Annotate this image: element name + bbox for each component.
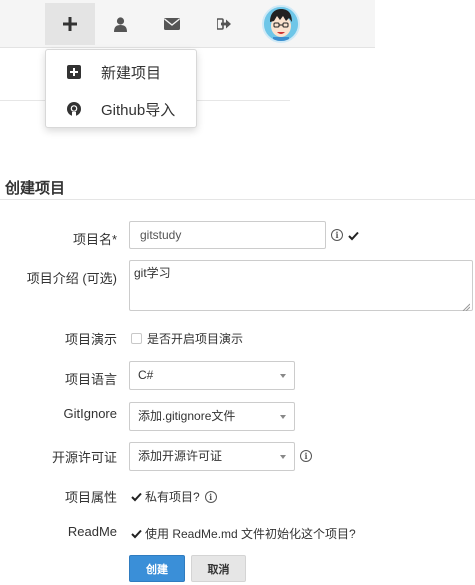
info-icon[interactable]: i (204, 490, 217, 503)
info-icon[interactable]: i (300, 450, 312, 462)
private-checkbox[interactable] (131, 492, 142, 502)
project-language-label: 项目语言 (64, 372, 117, 387)
check-icon (348, 229, 359, 244)
license-select[interactable]: 添加开源许可证 (129, 442, 295, 471)
license-label: 开源许可证 (51, 450, 117, 465)
info-icon[interactable]: i (331, 229, 343, 241)
demo-checkbox-label: 是否开启项目演示 (147, 332, 244, 346)
page-title: 创建项目 (5, 180, 66, 197)
sign-out-icon (217, 18, 231, 30)
gitignore-select-value: 添加.gitignore文件 (138, 409, 236, 423)
readme-label: ReadMe (67, 524, 117, 539)
project-description-label: 项目介绍 (可选) (26, 271, 117, 286)
menu-item-github-import[interactable]: Github导入 (46, 92, 196, 126)
readme-checkbox-label: 使用 ReadMe.md 文件初始化这个项目? (145, 527, 356, 541)
divider (0, 199, 475, 200)
plus-icon (63, 17, 77, 31)
user-icon (113, 16, 127, 32)
project-description-value: git学习 (134, 266, 171, 280)
menu-item-label: Github导入 (101, 101, 176, 119)
project-description-textarea[interactable]: git学习 (129, 260, 473, 312)
project-demo-label: 项目演示 (64, 332, 117, 347)
nav-user-button[interactable] (95, 3, 145, 45)
cancel-button[interactable]: 取消 (191, 555, 246, 582)
license-select-value: 添加开源许可证 (138, 449, 223, 463)
menu-item-label: 新建项目 (101, 64, 162, 82)
resize-grip-icon[interactable] (462, 300, 471, 312)
envelope-icon (164, 18, 180, 30)
readme-checkbox[interactable] (131, 529, 142, 539)
project-name-label: 项目名* (72, 232, 117, 247)
top-navbar (0, 0, 375, 48)
demo-checkbox-row[interactable]: 是否开启项目演示 (131, 330, 243, 347)
nav-logout-button[interactable] (199, 3, 249, 45)
readme-checkbox-row[interactable]: 使用 ReadMe.md 文件初始化这个项目? (131, 525, 356, 542)
plus-square-icon (67, 65, 81, 79)
caret-down-icon (280, 415, 286, 419)
project-visibility-label: 项目属性 (64, 490, 117, 505)
private-checkbox-label: 私有项目? (145, 490, 200, 504)
language-select-value: C# (138, 368, 154, 382)
gitignore-select[interactable]: 添加.gitignore文件 (129, 402, 295, 431)
add-dropdown-menu: 新建项目 Github导入 (45, 49, 197, 128)
caret-down-icon (280, 374, 286, 378)
caret-down-icon (280, 455, 286, 459)
create-button[interactable]: 创建 (129, 555, 185, 582)
private-checkbox-row[interactable]: 私有项目? i (131, 488, 217, 505)
nav-messages-button[interactable] (147, 3, 197, 45)
demo-checkbox[interactable] (131, 333, 142, 344)
nav-add-button[interactable] (45, 3, 95, 45)
language-select[interactable]: C# (129, 361, 295, 390)
project-name-input[interactable]: gitstudy (129, 221, 326, 249)
github-icon (67, 102, 81, 116)
avatar[interactable] (262, 5, 300, 43)
gitignore-label: GitIgnore (63, 406, 117, 421)
menu-item-new-project[interactable]: 新建项目 (46, 55, 196, 89)
